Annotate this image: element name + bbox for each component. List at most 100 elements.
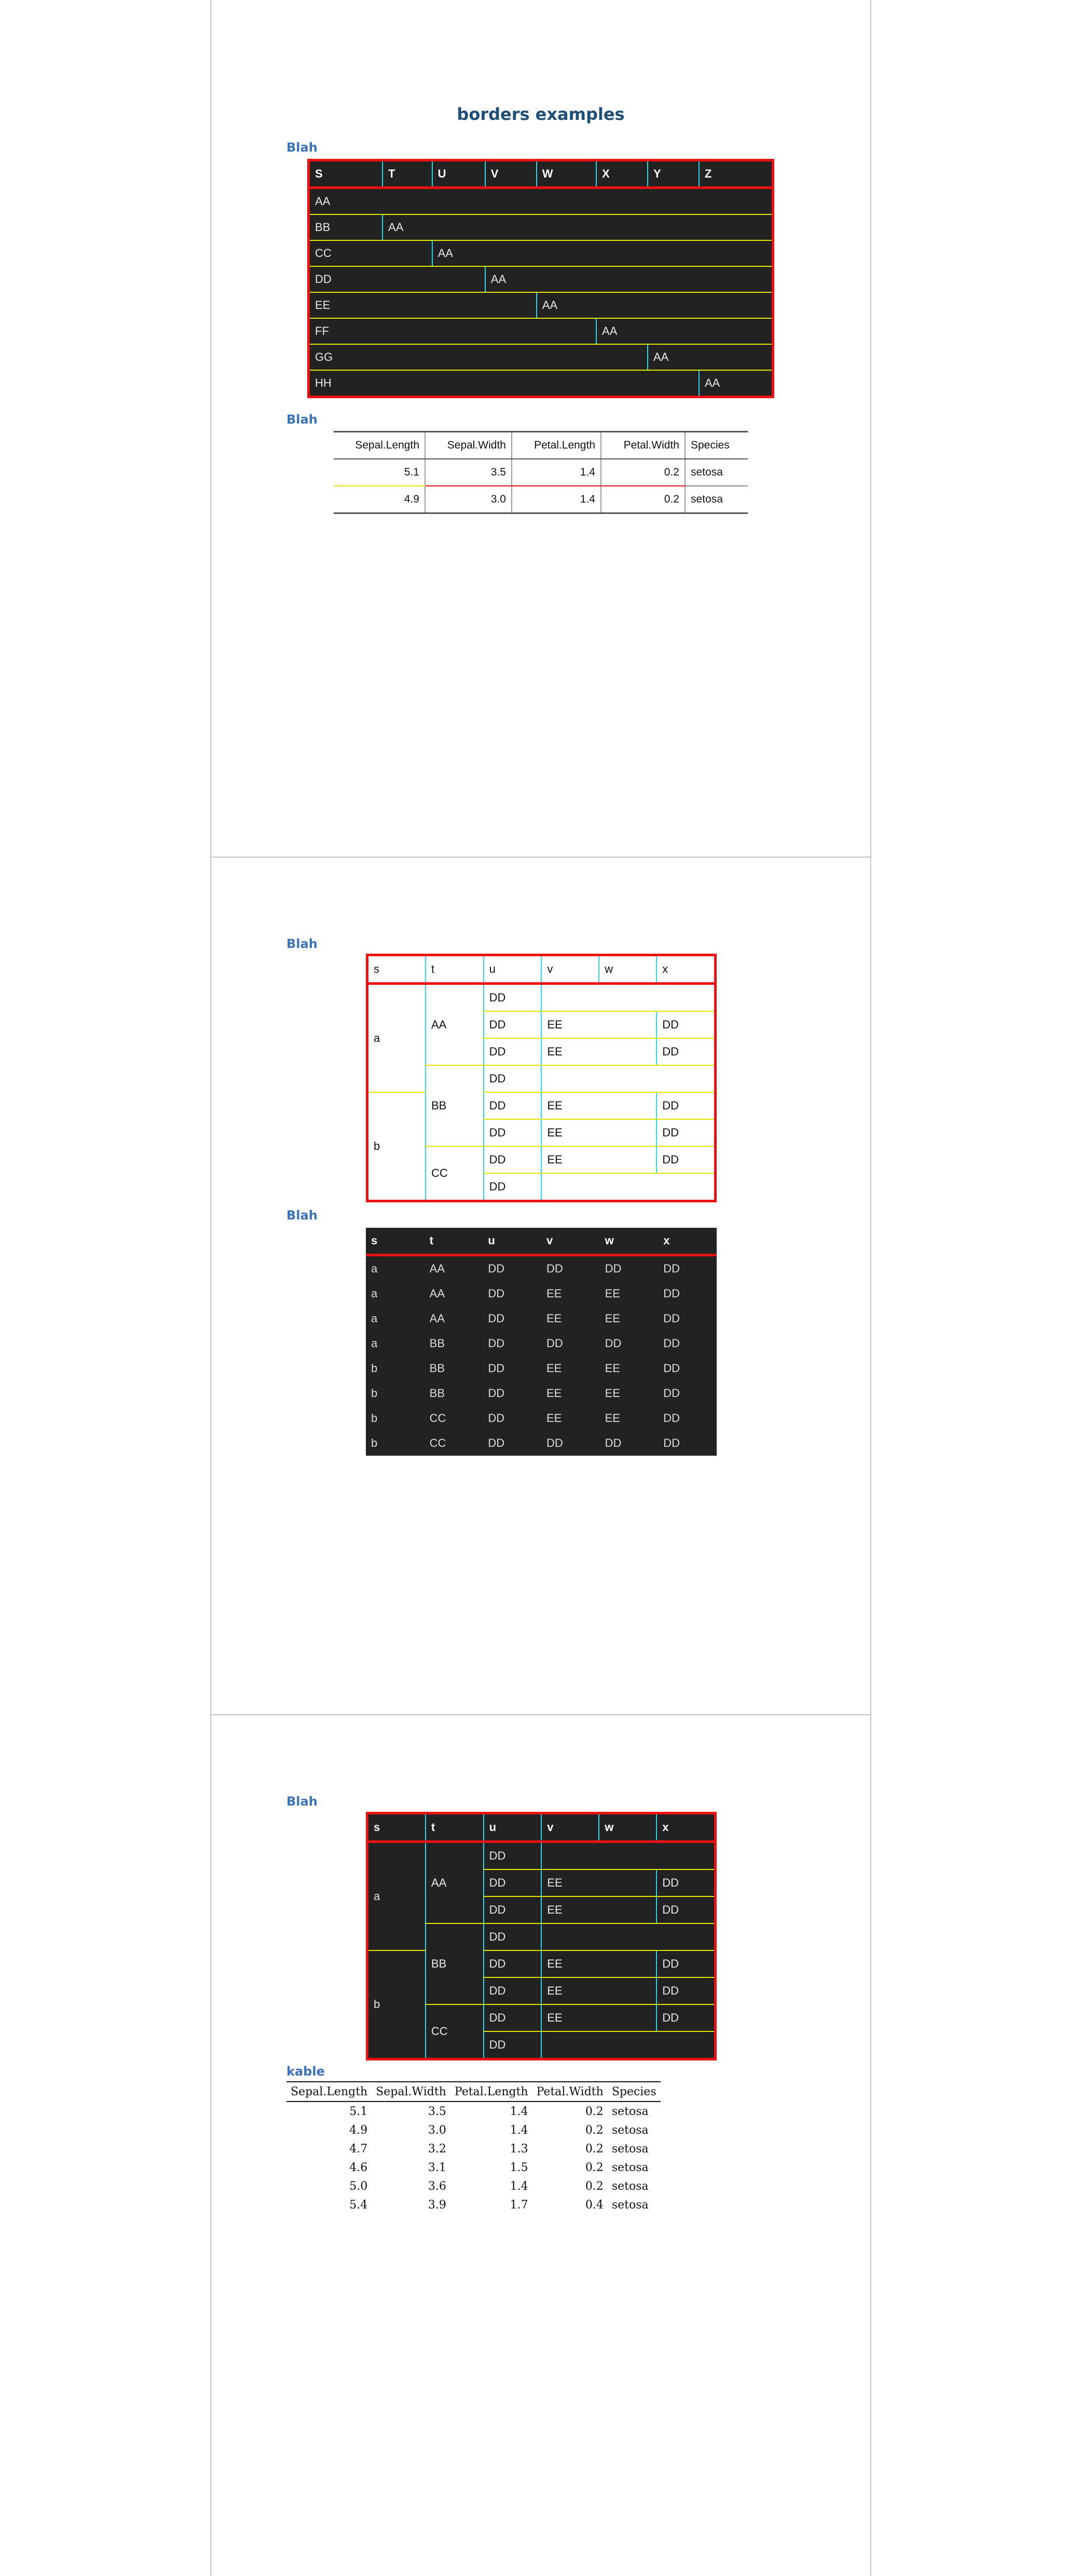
table-cell: DD (483, 2004, 542, 2032)
table-cell: 0.2 (600, 459, 685, 486)
table-cell: AA (308, 187, 773, 215)
column-header: v (541, 955, 599, 985)
border-table-dark: S T U V W X Y Z AA BB AA CC AA DD AA EE … (307, 159, 774, 398)
column-header: T (382, 160, 432, 189)
table-cell: DD (483, 1038, 542, 1066)
table-cell: DD (546, 1436, 563, 1449)
table-cell: DD (488, 1362, 505, 1375)
table-cell: 3.0 (428, 2123, 446, 2137)
table-cell: EE (546, 1412, 562, 1425)
column-header: u (483, 1228, 541, 1256)
table-cell: DD (656, 1119, 716, 1147)
table-cell: 4.6 (349, 2161, 368, 2174)
table-caption: Blah (286, 1208, 318, 1223)
table-cell: DD (656, 1950, 716, 1978)
table-cell: DD (656, 1869, 716, 1897)
table-cell: DD (663, 1312, 680, 1325)
table-row: b DD EE DD (367, 1950, 716, 2011)
table-cell: BB (429, 1362, 445, 1375)
table-cell: EE (541, 1038, 657, 1066)
table-cell: DD (605, 1436, 622, 1449)
column-header: Species (607, 2081, 661, 2102)
group-cell: a (367, 1841, 426, 1951)
table-cell: DD (488, 1412, 505, 1425)
table-cell: DD (483, 1977, 542, 2005)
table-cell: EE (541, 1869, 657, 1897)
column-header: Petal.Width (532, 2081, 608, 2102)
table-cell: b (371, 1387, 378, 1400)
table-row: HH AA (309, 370, 773, 397)
table-cell: DD (483, 1119, 542, 1147)
table-cell: DD (663, 1337, 680, 1350)
table-row: b BB DD EE EE DD (366, 1381, 717, 1406)
table-cell: EE (605, 1362, 620, 1375)
table-cell: DD (546, 1337, 563, 1350)
table-cell: EE (541, 1011, 657, 1039)
table-cell: b (371, 1436, 378, 1449)
column-header: x (656, 1813, 716, 1843)
table-header-row: s t u v w x (367, 955, 716, 985)
table-cell (541, 1173, 716, 1201)
table-row: 5.1 3.5 1.4 0.2 setosa (334, 459, 748, 486)
table-cell: DD (488, 1436, 505, 1449)
table-cell: EE (541, 1092, 657, 1120)
table-cell: DD (656, 1896, 716, 1924)
table-cell: a (371, 1312, 378, 1325)
table-cell: BB (308, 214, 383, 241)
column-header: W (536, 160, 597, 189)
table-cell: AA (429, 1262, 445, 1275)
table-cell: setosa (685, 459, 748, 486)
column-header: Sepal.Length (334, 431, 425, 459)
table-row: b DD EE DD (367, 1092, 716, 1153)
table-cell: EE (605, 1287, 620, 1300)
table-cell: DD (663, 1387, 680, 1400)
group-cell: AA (425, 1841, 484, 1924)
table-cell: AA (596, 318, 773, 345)
column-header: u (483, 1813, 542, 1843)
table-cell: DD (656, 1011, 716, 1039)
column-header: Y (647, 160, 699, 189)
table-cell: CC (308, 240, 432, 267)
table-cell: EE (605, 1387, 620, 1400)
table-cell: DD (483, 1173, 542, 1201)
table-cell: AA (484, 266, 773, 293)
table-row: EE AA (308, 292, 773, 319)
table-cell: EE (541, 1950, 657, 1978)
table-cell: DD (663, 1362, 680, 1375)
iris-border-table: Sepal.Length Sepal.Width Petal.Length Pe… (334, 431, 748, 514)
column-header: w (598, 955, 657, 985)
table-header-row: s t u v w x (366, 1228, 717, 1256)
table-row: CC AA (308, 240, 773, 267)
table-cell (541, 1923, 716, 1951)
table-row: a AA DD DD DD DD (366, 1255, 717, 1282)
table-caption: Blah (286, 412, 318, 427)
table-row: 4.9 3.0 1.4 0.2 setosa (334, 486, 748, 513)
table-cell: 0.2 (600, 486, 685, 513)
merged-border-table-dark: s t u v w x a AA DD DD EE DD DD EE DD BB… (366, 1812, 717, 2060)
dark-simple-table: s t u v w x a AA DD DD DD DD a AA DD EE EE DD a AA D… (366, 1228, 717, 1456)
table-cell: 3.0 (425, 486, 512, 513)
table-cell: 3.5 (425, 459, 512, 486)
merged-border-table-light: s t u v w x a AA DD DD EE DD DD EE DD BB… (366, 954, 717, 1202)
table-cell: 5.0 (349, 2179, 368, 2193)
table-cell: DD (488, 1287, 505, 1300)
table-row: 5.0 3.6 1.4 0.2 setosa (286, 2177, 661, 2195)
table-cell: 1.4 (510, 2123, 528, 2137)
table-row: a BB DD DD DD DD (366, 1331, 717, 1356)
table-cell: DD (663, 1436, 680, 1449)
column-header: u (483, 955, 542, 985)
table-header-row: s t u v w x (367, 1813, 716, 1843)
table-cell: 5.1 (334, 459, 425, 486)
table-cell: AA (698, 370, 773, 397)
group-cell: AA (425, 983, 484, 1066)
table-cell: DD (483, 1869, 542, 1897)
table-caption: Blah (286, 1794, 318, 1809)
table-caption: Blah (286, 140, 318, 155)
table-cell: setosa (611, 2105, 649, 2118)
table-row: FF AA (308, 318, 773, 345)
table-cell: BB (429, 1387, 445, 1400)
table-cell: EE (546, 1387, 562, 1400)
table-cell (541, 983, 716, 1012)
column-header: S (308, 160, 383, 189)
page-3: Blah s t u v w x a AA DD DD EE DD DD EE … (210, 1715, 871, 2576)
